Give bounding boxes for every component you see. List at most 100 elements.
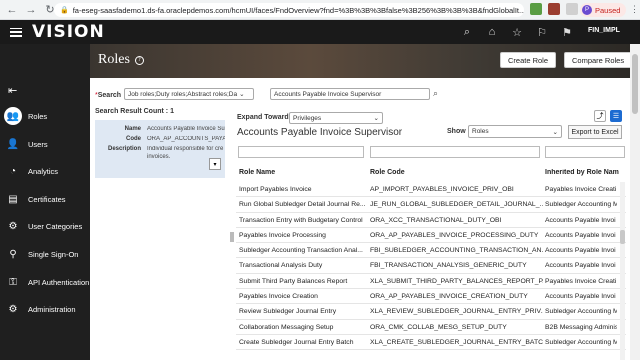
nav-item-single-sign-on[interactable]: ⚲ Single Sign-On: [0, 242, 90, 266]
create-role-button[interactable]: Create Role: [500, 52, 557, 68]
role-name-cell: Transaction Entry with Budgetary Control: [239, 216, 363, 224]
table-row[interactable]: Subledger Accounting Transaction Anal...…: [236, 243, 626, 259]
role-code-cell: FBI_SUBLEDGER_ACCOUNTING_TRANSACTION_AN.…: [370, 247, 543, 255]
description-value-line2: invoices.: [147, 154, 171, 160]
nav-item-user-categories[interactable]: ⚙ User Categories: [0, 214, 90, 238]
menu-icon[interactable]: [10, 27, 22, 37]
chevron-down-icon: ⌄: [552, 128, 558, 136]
export-to-excel-button[interactable]: Export to Excel: [568, 125, 622, 139]
nav-item-api-authentication[interactable]: ⚿ API Authentication: [0, 270, 90, 294]
user-menu[interactable]: FIN_IMPL: [588, 27, 620, 34]
role-code-cell: ORA_XCC_TRANSACTIONAL_DUTY_OBI: [370, 216, 502, 224]
roles-content: * Search Job roles;Duty roles;Abstract r…: [90, 78, 640, 360]
search-icon[interactable]: ⌕: [433, 88, 438, 99]
watchlist-icon[interactable]: ⚐: [535, 25, 549, 39]
show-select[interactable]: Roles ⌄: [468, 125, 562, 138]
role-name-filter-input[interactable]: [238, 146, 364, 158]
role-search-input[interactable]: Accounts Payable Invoice Supervisor: [270, 88, 430, 100]
notifications-flag-icon[interactable]: ⚑: [560, 25, 574, 39]
role-name-cell: Payables Invoice Creation: [239, 293, 318, 301]
expand-toward-label: Expand Toward: [237, 114, 289, 121]
inherited-by-cell: Payables Invoice Creati: [545, 277, 617, 285]
browser-menu-icon[interactable]: ⋮: [630, 4, 639, 15]
role-name-cell: Run Global Subledger Detail Journal Re..…: [239, 201, 365, 209]
role-name-cell: Collaboration Messaging Setup: [239, 323, 334, 331]
table-row[interactable]: Transactional Analysis Duty FBI_TRANSACTI…: [236, 258, 626, 274]
inherited-by-cell: Payables Invoice Creati: [545, 186, 617, 193]
profile-chip[interactable]: P Paused: [580, 3, 627, 17]
extension-icon[interactable]: [548, 3, 560, 15]
table-row[interactable]: Create Subledger Journal Entry Batch XLA_…: [236, 335, 626, 351]
help-icon[interactable]: ?: [134, 55, 144, 65]
role-code-cell: XLA_CREATE_SUBLEDGER_JOURNAL_ENTRY_BATC.…: [370, 338, 543, 346]
inherited-by-cell: Accounts Payable Invoi: [545, 247, 616, 255]
card-actions-icon[interactable]: ▾: [209, 158, 221, 170]
single-sign-on-icon: ⚲: [9, 248, 17, 260]
role-name-cell: Import Payables Invoice: [239, 186, 312, 193]
role-code-filter-input[interactable]: [370, 146, 540, 158]
lock-icon: 🔒: [60, 7, 69, 14]
code-value: ORA_AP_ACCOUNTS_PAYAB: [147, 136, 225, 142]
expand-toward-select[interactable]: Privileges ⌄: [289, 112, 383, 124]
nav-item-label: Certificates: [28, 194, 66, 204]
favorites-star-icon[interactable]: ☆: [510, 25, 524, 39]
extension-icon[interactable]: [530, 3, 542, 15]
expand-toward-value: Privileges: [293, 114, 322, 122]
table-row[interactable]: Run Global Subledger Detail Journal Re..…: [236, 197, 626, 213]
role-search-value: Accounts Payable Invoice Supervisor: [274, 90, 382, 98]
column-header-role-name[interactable]: Role Name: [239, 169, 275, 176]
scrollbar-thumb[interactable]: [632, 54, 638, 114]
nav-item-administration[interactable]: ⚙ Administration: [0, 297, 90, 321]
puzzle-icon[interactable]: [566, 3, 578, 15]
forward-icon[interactable]: →: [24, 3, 38, 17]
table-row[interactable]: Payables Invoice Creation ORA_AP_PAYABLES…: [236, 289, 626, 305]
nav-item-certificates[interactable]: ▤ Certificates: [0, 187, 90, 211]
table-row[interactable]: Payables Invoice Processing ORA_AP_PAYABL…: [236, 228, 626, 244]
share-icon[interactable]: ⤴: [594, 110, 606, 122]
compare-roles-button[interactable]: Compare Roles: [564, 52, 633, 68]
inherited-by-cell: Accounts Payable Invoi: [545, 216, 616, 224]
scrollbar-thumb[interactable]: [620, 230, 625, 244]
table-row[interactable]: Collaboration Messaging Setup ORA_CMK_COL…: [236, 320, 626, 335]
certificates-icon: ▤: [8, 193, 18, 205]
collapse-nav-icon[interactable]: ⇤: [8, 84, 17, 97]
brand-logo[interactable]: VISION: [32, 22, 105, 42]
nav-item-users[interactable]: 👤 Users: [0, 132, 90, 156]
role-code-cell: ORA_CMK_COLLAB_MESG_SETUP_DUTY: [370, 323, 507, 331]
show-value: Roles: [472, 128, 489, 135]
name-label: Name: [124, 126, 141, 132]
app-header: VISION ⌕ ⌂ ☆ ⚐ ⚑ FIN_IMPL: [0, 20, 640, 44]
search-icon[interactable]: ⌕: [460, 25, 474, 39]
nav-item-label: Analytics: [28, 166, 59, 176]
pane-splitter-handle[interactable]: [230, 232, 234, 242]
table-scrollbar[interactable]: [620, 182, 625, 360]
address-bar[interactable]: 🔒 fa-eseg-saasfademo1.ds-fa.oraclepdemos…: [54, 3, 524, 17]
page-title-text: Roles: [98, 52, 130, 67]
role-code-cell: XLA_SUBMIT_THIRD_PARTY_BALANCES_REPORT_P…: [370, 277, 543, 285]
role-code-cell: ORA_AP_PAYABLES_INVOICE_PROCESSING_DUTY: [370, 231, 539, 239]
home-icon[interactable]: ⌂: [485, 25, 499, 39]
table-row[interactable]: Import Payables Invoice AP_IMPORT_PAYABLE…: [236, 182, 626, 198]
role-type-value: Job roles;Duty roles;Abstract roles;Da: [128, 90, 238, 98]
nav-item-roles[interactable]: 👥 Roles: [0, 104, 90, 128]
back-icon[interactable]: ←: [5, 3, 19, 17]
inherited-by-cell: Subledger Accounting M: [545, 338, 617, 346]
chevron-down-icon: ⌄: [373, 115, 379, 122]
analytics-icon: ◔: [9, 165, 17, 177]
column-header-inherited-by[interactable]: Inherited by Role Nam: [545, 169, 625, 176]
nav-item-label: API Authentication: [28, 277, 90, 287]
role-type-select[interactable]: Job roles;Duty roles;Abstract roles;Da ⌄: [124, 88, 254, 100]
table-row[interactable]: Transaction Entry with Budgetary Control…: [236, 213, 626, 228]
table-row[interactable]: Submit Third Party Balances Report XLA_SU…: [236, 274, 626, 290]
column-header-role-code[interactable]: Role Code: [370, 169, 405, 176]
list-view-icon[interactable]: ☰: [610, 110, 622, 122]
role-result-card[interactable]: Name Accounts Payable Invoice Su Code OR…: [95, 120, 225, 178]
inherited-by-cell: Subledger Accounting M: [545, 308, 617, 316]
chevron-down-icon: ⌄: [239, 91, 245, 98]
page-scrollbar[interactable]: [630, 44, 640, 360]
inherited-by-filter-input[interactable]: [545, 146, 625, 158]
role-name-cell: Transactional Analysis Duty: [239, 262, 323, 270]
nav-item-analytics[interactable]: ◔ Analytics: [0, 159, 90, 183]
table-row[interactable]: Review Subledger Journal Entry XLA_REVIEW…: [236, 304, 626, 320]
role-code-cell: AP_IMPORT_PAYABLES_INVOICE_PRIV_OBI: [370, 186, 514, 193]
